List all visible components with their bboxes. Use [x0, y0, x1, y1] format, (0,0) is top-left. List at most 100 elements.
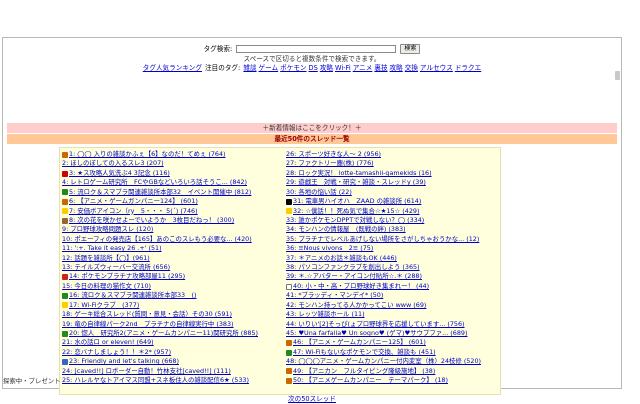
thread-link[interactable]: 11: ':+. Take it easy 26 .+' (51) — [62, 244, 162, 253]
featured-tag-link[interactable]: アニメ — [353, 64, 373, 72]
thread-link[interactable]: 6: 【アニメ・ゲームガンパニー124】 (601) — [69, 197, 198, 206]
featured-tag-link[interactable]: 雑談 — [243, 64, 256, 72]
thread-link[interactable]: 50: 【アニメゲームカンパニー テーマパーク】 (18) — [293, 376, 448, 385]
thread-item: 21: 水の話ロ or eleven! (649) — [62, 338, 280, 347]
thread-link[interactable]: 22: 恋バナしましょう！！＊2* (957) — [62, 348, 171, 357]
thread-icon — [62, 293, 68, 300]
thread-link[interactable]: 15: 今日の料理の猫作文 (710) — [62, 282, 151, 291]
thread-item: 34: モンハンの情報屋 (既戦の絆) (383) — [286, 225, 504, 234]
featured-tag-link[interactable]: DS — [309, 64, 318, 72]
thread-link[interactable]: 19: 竜の自律線パーク2nd プラチナの自律線実行中 (383) — [62, 320, 234, 329]
thread-link[interactable]: 30: 各地の悩い話 (22) — [286, 188, 352, 197]
thread-link[interactable]: 10: ポエーフィの発売店【165】あのこのスレもう必要な... (420) — [62, 235, 252, 244]
thread-link[interactable]: 37: ＊アニメのお話＊雑談もOK (446) — [286, 254, 397, 263]
news-link[interactable]: ＋新着情報はここをクリック！＋ — [263, 124, 362, 132]
thread-link[interactable]: 17: Wi-Fiクラブ (377) — [69, 301, 139, 310]
thread-item: 37: ＊アニメのお話＊雑談もOK (446) — [286, 254, 504, 263]
thread-icon — [286, 198, 292, 205]
thread-item: 42: モンハン持ってる人かかってこい www (69) — [286, 301, 504, 310]
thread-link[interactable]: 9: プロ野球攻略問題スレ (120) — [62, 225, 153, 234]
scrollbar-handle[interactable] — [615, 71, 620, 80]
thread-icon — [286, 368, 292, 375]
news-bar[interactable]: ＋新着情報はここをクリック！＋ — [7, 123, 617, 133]
thread-link[interactable]: 41: *ブラッディ・マンデイ* (50) — [286, 291, 383, 300]
thread-link[interactable]: 16: 流ロク＆スマブラ関連雑談所本部33 () — [69, 291, 197, 300]
thread-link[interactable]: 4: レトロゲーム研究所 FCやGBなどいろいろ話そうこ... (842) — [62, 178, 247, 187]
thread-link[interactable]: 1: ◯◯ 入りの雑談かふぇ【6】なのだ！てめぇ (764) — [69, 150, 226, 159]
thread-link[interactable]: 28: ロック実況！ lotte-tamashii-gamekids (16) — [286, 169, 432, 178]
next-threads-link[interactable]: 次の50スレッド — [288, 395, 336, 403]
featured-tag-list: 雑談 ゲーム ポケモン DS 攻略 Wi-Fi アニメ 裏技 攻略 交換 アルセウス ドラクエ — [242, 64, 482, 72]
thread-link[interactable]: 32: ☆僕話！！死ぬ気で集合☆★15☆ (429) — [293, 207, 420, 216]
thread-item: 50: 【アニメゲームカンパニー テーマパーク】 (18) — [286, 376, 504, 385]
search-area: タグ検索: 検索 スペースで区切ると複数条件で検索できます。 タグ人気ランキング… — [3, 44, 621, 73]
thread-link[interactable]: 24: [caved!!] ロボーダー自動！竹林支社[caved!!] (111… — [62, 367, 231, 376]
thread-icon — [62, 330, 68, 337]
thread-icon — [62, 208, 68, 215]
thread-item: 3: ★ス攻略人気洗ぶ4 3記念 (116) — [62, 169, 280, 178]
thread-link[interactable]: 18: ゲーキ総合スレッド(質問・意見・会話）その30 (591) — [62, 310, 232, 319]
thread-link[interactable]: 46: 【アニメ・ゲームカンパニー125】 (601) — [293, 338, 426, 347]
thread-link[interactable]: 42: モンハン持ってる人かかってこい www (69) — [286, 301, 426, 310]
tag-nav: タグ人気ランキング 注目のタグ: 雑談 ゲーム ポケモン DS 攻略 Wi-Fi アニメ 裏技… — [3, 64, 621, 73]
thread-link[interactable]: 8: 次の花を咲かせよーでいようか 3枚目だねっ！ (300) — [69, 216, 234, 225]
featured-tag-link[interactable]: ポケモン — [280, 64, 306, 72]
main-frame: タグ検索: 検索 スペースで区切ると複数条件で検索できます。 タグ人気ランキング… — [2, 37, 622, 403]
thread-link[interactable]: 27: ファクトリー塵(株) (776) — [286, 159, 374, 168]
featured-tag-link[interactable]: アルセウス — [420, 64, 453, 72]
thread-link[interactable]: 43: レッツ雑談ホール (11) — [286, 310, 365, 319]
thread-link[interactable]: 39: ＊.☆アバター・アイコン付貼所☆.＊ (288) — [286, 272, 422, 281]
thread-item: 10: ポエーフィの発売店【165】あのこのスレもう必要な... (420) — [62, 235, 280, 244]
thread-link[interactable]: 23: Friendly and let's talking (668) — [69, 357, 179, 366]
featured-tag-link[interactable]: ドラクエ — [455, 64, 481, 72]
featured-tag-link[interactable]: 交換 — [405, 64, 418, 72]
thread-link[interactable]: 12: 話題を雑談所【◯】(961) — [62, 254, 150, 263]
featured-tag-link[interactable]: ゲーム — [259, 64, 279, 72]
featured-tag-link[interactable]: 攻略 — [320, 64, 333, 72]
thread-item: 44: いりい'[2]そっぴ(ょプロ野球界を応援しています... (756) — [286, 320, 504, 329]
thread-link[interactable]: 20: 惚人 研究所2(アニメ・ゲームカンパニー11)関研究所 (885) — [69, 329, 258, 338]
thread-link[interactable]: 34: モンハンの情報屋 (既戦の絆) (383) — [286, 225, 406, 234]
thread-link[interactable]: 38: パソコンファンクラブを創出しよう (365) — [286, 263, 420, 272]
thread-link[interactable]: 13: テイルズウィーバー交流所 (656) — [62, 263, 170, 272]
thread-item: 2: ほしのぼしての入るスレ3 (207) — [62, 159, 280, 168]
featured-tags-label: 注目のタグ: — [205, 64, 241, 72]
featured-tag-link[interactable]: Wi-Fi — [335, 64, 351, 72]
thread-link[interactable]: 26: スポーツ好きな人～ 2 (956) — [286, 150, 381, 159]
thread-link[interactable]: 29: 遊戯王 対戦・研究・雑談・スレッドy (39) — [286, 178, 426, 187]
thread-icon — [62, 302, 68, 309]
thread-item: 1: ◯◯ 入りの雑談かふぇ【6】なのだ！てめぇ (764) — [62, 150, 280, 159]
thread-icon — [62, 151, 68, 158]
thread-link[interactable]: 44: いりい'[2]そっぴ(ょプロ野球界を応援しています... (756) — [286, 320, 465, 329]
thread-item: 39: ＊.☆アバター・アイコン付貼所☆.＊ (288) — [286, 272, 504, 281]
thread-link[interactable]: 14: ポケモンプラチナ攻略部屋11 (295) — [69, 272, 185, 281]
thread-link[interactable]: 7: 安価ボアイコン（ry 5・・・ 5(´) (746) — [69, 207, 198, 216]
thread-item: 31: 電車男ハイオハ ZAAD の雑談所 (614) — [286, 197, 504, 206]
tag-ranking-link[interactable]: タグ人気ランキング — [143, 64, 202, 72]
thread-link[interactable]: 47: Wi-Fiもないなポケモンで交換、雑談も (451) — [293, 348, 436, 357]
featured-tag-link[interactable]: 裏技 — [374, 64, 387, 72]
tag-search-input[interactable] — [236, 45, 397, 53]
thread-item: 15: 今日の料理の猫作文 (710) — [62, 282, 280, 291]
thread-link[interactable]: 49: 【アニカン フルタイピング隆級施地】 (38) — [293, 367, 435, 376]
thread-link[interactable]: 31: 電車男ハイオハ ZAAD の雑談所 (614) — [293, 197, 421, 206]
thread-item: 11: ':+. Take it easy 26 .+' (51) — [62, 244, 280, 253]
thread-link[interactable]: 3: ★ス攻略人気洗ぶ4 3記念 (116) — [69, 169, 170, 178]
search-button[interactable]: 検索 — [400, 44, 421, 54]
thread-link[interactable]: 33: 誰かポケモンDPPTで対戦しない？◯ (334) — [286, 216, 424, 225]
thread-item: 9: プロ野球攻略問題スレ (120) — [62, 225, 280, 234]
thread-link[interactable]: 35: プラチナでレベルあげしない場所をさがしちゃおうかな... (12) — [286, 235, 479, 244]
thread-list: 1: ◯◯ 入りの雑談かふぇ【6】なのだ！てめぇ (764) 2: ほしのぼしての… — [59, 147, 501, 395]
thread-link[interactable]: 45: ♥Una farfalla♥ Un sogno♥ (ゲマ)♥サウプファ.… — [286, 329, 467, 338]
thread-icon — [62, 217, 68, 224]
featured-tag-link[interactable]: 攻略 — [390, 64, 403, 72]
thread-link[interactable]: 2: ほしのぼしての入るスレ3 (207) — [62, 159, 164, 168]
thread-item: 28: ロック実況！ lotte-tamashii-gamekids (16) — [286, 169, 504, 178]
thread-link[interactable]: 21: 水の話ロ or eleven! (649) — [62, 338, 154, 347]
thread-link[interactable]: 40: 小・中・高・プロ野球好き集まれー！ (44) — [293, 282, 429, 291]
thread-link[interactable]: 25: ハレルヤなトアイマス同盟+スネ板住人の雑談配信6★ (533) — [62, 376, 249, 385]
thread-link[interactable]: 36: ≡Nous vivons 2≡ (75) — [286, 244, 373, 253]
thread-item: 43: レッツ雑談ホール (11) — [286, 310, 504, 319]
thread-link[interactable]: 48: ◯◯◯アニメ・ゲームカンパニー付内変室（株）24枝修 (520) — [286, 357, 481, 366]
thread-link[interactable]: 5: 流ロク＆スマブラ関連雑談所本部32 イベント開催中 (812) — [69, 188, 251, 197]
